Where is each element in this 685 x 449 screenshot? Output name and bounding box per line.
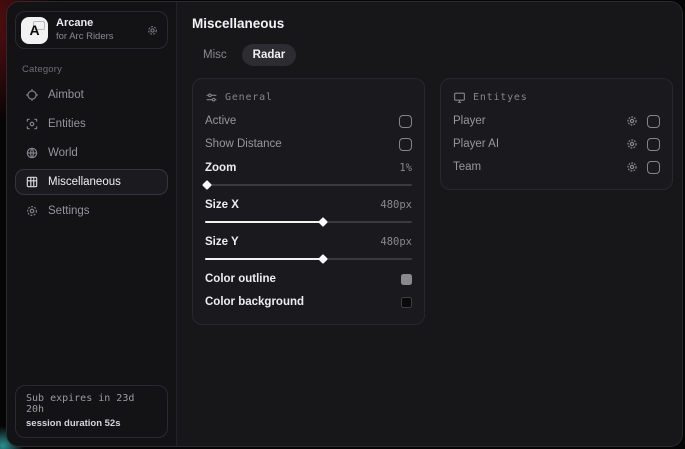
setting-label: Active bbox=[205, 115, 236, 127]
entity-row-player: Player bbox=[453, 110, 660, 132]
zoom-slider-thumb[interactable] bbox=[202, 180, 212, 190]
color-outline-swatch[interactable] bbox=[401, 274, 412, 285]
setting-row-show-distance: Show Distance bbox=[205, 133, 412, 155]
gear-icon bbox=[24, 204, 39, 218]
sidebar-item-entities[interactable]: Entities bbox=[15, 111, 168, 137]
avatar: A bbox=[21, 17, 48, 44]
setting-label: Color outline bbox=[205, 273, 276, 285]
tab-misc[interactable]: Misc bbox=[192, 44, 238, 66]
setting-label: Zoom bbox=[205, 162, 236, 174]
setting-row-size-x: Size X 480px bbox=[205, 194, 412, 216]
sliders-icon bbox=[205, 91, 218, 104]
crosshair-icon bbox=[24, 88, 39, 102]
sub-expiry-text: Sub expires in 23d 20h bbox=[26, 393, 157, 415]
globe-icon bbox=[24, 146, 39, 160]
entity-label: Team bbox=[453, 161, 481, 173]
player-ai-checkbox[interactable] bbox=[647, 138, 660, 151]
size-x-slider[interactable] bbox=[205, 217, 412, 227]
session-duration-text: session duration 52s bbox=[26, 418, 157, 429]
general-panel: General Active Show Distance Zoom 1% bbox=[192, 78, 425, 325]
app-subtitle: for Arc Riders bbox=[56, 31, 138, 43]
setting-row-zoom: Zoom 1% bbox=[205, 157, 412, 179]
setting-label: Size Y bbox=[205, 236, 239, 248]
team-checkbox[interactable] bbox=[647, 161, 660, 174]
panel-title: General bbox=[225, 92, 273, 103]
show-distance-checkbox[interactable] bbox=[399, 138, 412, 151]
grid-icon bbox=[24, 175, 39, 189]
panel-title: Entityes bbox=[473, 92, 528, 103]
app-name: Arcane bbox=[56, 17, 138, 31]
size-x-slider-thumb[interactable] bbox=[318, 217, 328, 227]
sidebar-nav: Aimbot Entities World bbox=[15, 82, 168, 224]
setting-label: Size X bbox=[205, 199, 239, 211]
profile-card[interactable]: A Arcane for Arc Riders bbox=[15, 11, 168, 49]
zoom-value: 1% bbox=[399, 162, 412, 174]
sidebar-item-world[interactable]: World bbox=[15, 140, 168, 166]
color-background-swatch[interactable] bbox=[401, 297, 412, 308]
active-checkbox[interactable] bbox=[399, 115, 412, 128]
main-content: Miscellaneous Misc Radar General bbox=[177, 2, 683, 446]
size-y-slider[interactable] bbox=[205, 254, 412, 264]
entity-row-team: Team bbox=[453, 156, 660, 178]
player-config-gear-icon[interactable] bbox=[626, 115, 638, 127]
sidebar-item-aimbot[interactable]: Aimbot bbox=[15, 82, 168, 108]
entity-label: Player AI bbox=[453, 138, 499, 150]
page-title: Miscellaneous bbox=[192, 16, 673, 31]
sidebar: A Arcane for Arc Riders Category Aim bbox=[7, 2, 177, 446]
sidebar-item-settings[interactable]: Settings bbox=[15, 198, 168, 224]
setting-row-color-outline: Color outline bbox=[205, 268, 412, 290]
entity-row-player-ai: Player AI bbox=[453, 133, 660, 155]
tab-bar: Misc Radar bbox=[192, 44, 673, 66]
sidebar-item-label: Settings bbox=[48, 205, 90, 217]
size-x-value: 480px bbox=[380, 199, 412, 211]
sidebar-item-label: Aimbot bbox=[48, 89, 84, 101]
size-y-slider-thumb[interactable] bbox=[318, 254, 328, 264]
setting-label: Color background bbox=[205, 296, 304, 308]
zoom-slider[interactable] bbox=[205, 180, 412, 190]
size-y-value: 480px bbox=[380, 236, 412, 248]
sidebar-item-miscellaneous[interactable]: Miscellaneous bbox=[15, 169, 168, 195]
team-config-gear-icon[interactable] bbox=[626, 161, 638, 173]
monitor-icon bbox=[453, 91, 466, 104]
subscription-box: Sub expires in 23d 20h session duration … bbox=[15, 385, 168, 438]
sidebar-item-label: Miscellaneous bbox=[48, 176, 121, 188]
setting-row-active: Active bbox=[205, 110, 412, 132]
sidebar-item-label: World bbox=[48, 147, 78, 159]
setting-row-size-y: Size Y 480px bbox=[205, 231, 412, 253]
app-window: A Arcane for Arc Riders Category Aim bbox=[6, 1, 683, 447]
entity-label: Player bbox=[453, 115, 486, 127]
category-label: Category bbox=[22, 64, 168, 75]
setting-label: Show Distance bbox=[205, 138, 282, 150]
player-ai-config-gear-icon[interactable] bbox=[626, 138, 638, 150]
profile-gear-icon[interactable] bbox=[146, 24, 159, 37]
scan-icon bbox=[24, 117, 39, 131]
avatar-letter: A bbox=[29, 22, 39, 38]
sidebar-item-label: Entities bbox=[48, 118, 86, 130]
player-checkbox[interactable] bbox=[647, 115, 660, 128]
setting-row-color-background: Color background bbox=[205, 291, 412, 313]
tab-radar[interactable]: Radar bbox=[242, 44, 297, 66]
entities-panel: Entityes Player Player AI bbox=[440, 78, 673, 190]
